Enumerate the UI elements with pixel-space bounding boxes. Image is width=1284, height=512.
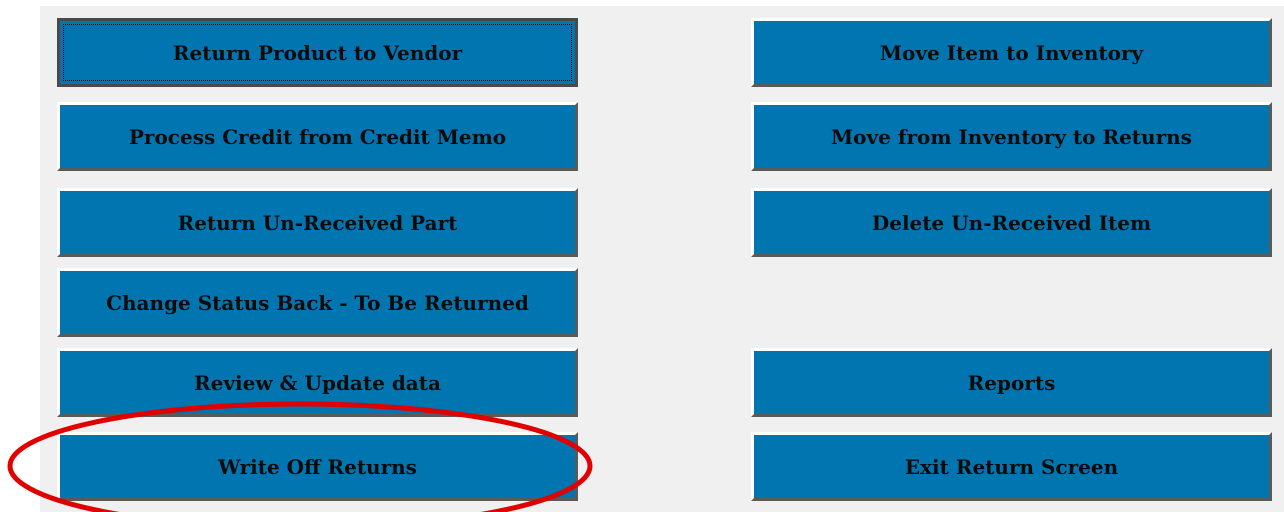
delete-un-received-item-button[interactable]: Delete Un-Received Item	[751, 188, 1272, 257]
change-status-back-button[interactable]: Change Status Back - To Be Returned	[57, 268, 578, 337]
reports-button[interactable]: Reports	[751, 348, 1272, 417]
write-off-returns-button[interactable]: Write Off Returns	[57, 432, 578, 501]
process-credit-from-credit-memo-button[interactable]: Process Credit from Credit Memo	[57, 102, 578, 171]
move-item-to-inventory-button[interactable]: Move Item to Inventory	[751, 18, 1272, 87]
review-update-data-button[interactable]: Review & Update data	[57, 348, 578, 417]
return-product-to-vendor-button[interactable]: Return Product to Vendor	[57, 18, 578, 87]
move-from-inventory-to-returns-button[interactable]: Move from Inventory to Returns	[751, 102, 1272, 171]
return-un-received-part-button[interactable]: Return Un-Received Part	[57, 188, 578, 257]
exit-return-screen-button[interactable]: Exit Return Screen	[751, 432, 1272, 501]
